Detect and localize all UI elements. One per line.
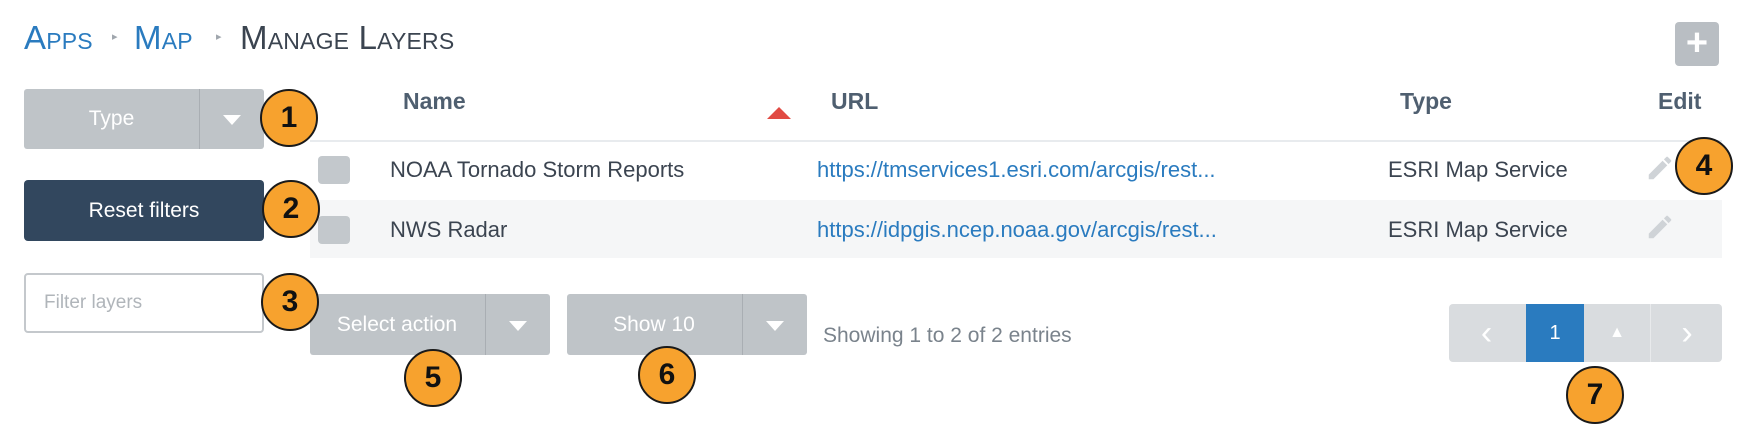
page-1-button[interactable]: 1: [1526, 304, 1584, 362]
next-page-button[interactable]: ›: [1650, 304, 1722, 362]
page-size-dropdown[interactable]: Show 10: [567, 294, 807, 355]
callout-5: 5: [404, 349, 462, 407]
column-header-type[interactable]: Type: [1400, 88, 1452, 115]
breadcrumb-separator: ▸: [216, 31, 222, 43]
scroll-up-icon[interactable]: ▲: [1584, 304, 1650, 362]
layer-type: ESRI Map Service: [1388, 217, 1568, 242]
entries-info: Showing 1 to 2 of 2 entries: [823, 324, 1072, 347]
prev-page-button[interactable]: ‹: [1449, 304, 1524, 362]
page-size-label: Show 10: [613, 313, 695, 336]
sort-ascending-icon[interactable]: [767, 107, 791, 119]
column-header-url[interactable]: URL: [831, 88, 878, 115]
callout-2: 2: [262, 180, 320, 238]
select-action-dropdown[interactable]: Select action: [310, 294, 550, 355]
add-layer-button[interactable]: +: [1675, 22, 1719, 66]
pencil-icon[interactable]: [1645, 212, 1675, 242]
filter-layers-input[interactable]: [24, 273, 264, 333]
reset-filters-button[interactable]: Reset filters: [24, 180, 264, 241]
plus-icon: +: [1685, 22, 1709, 64]
breadcrumb-apps[interactable]: Apps: [24, 18, 93, 58]
callout-3: 3: [261, 273, 319, 331]
select-action-label: Select action: [336, 313, 458, 336]
type-filter-label: Type: [88, 107, 135, 130]
pencil-icon[interactable]: [1645, 153, 1675, 183]
column-header-name[interactable]: Name: [403, 88, 466, 115]
breadcrumb-map[interactable]: Map: [134, 18, 193, 58]
chevron-down-icon[interactable]: [742, 294, 807, 355]
callout-6: 6: [638, 346, 696, 404]
callout-4: 4: [1675, 137, 1733, 195]
page-title: Manage Layers: [240, 19, 455, 56]
chevron-down-icon[interactable]: [485, 294, 550, 355]
type-filter-dropdown[interactable]: Type: [24, 89, 264, 149]
chevron-down-icon[interactable]: [199, 89, 264, 149]
layer-name: NOAA Tornado Storm Reports: [390, 157, 685, 182]
callout-7: 7: [1566, 366, 1624, 424]
column-header-edit: Edit: [1658, 88, 1702, 114]
breadcrumb-separator: ▸: [112, 31, 118, 43]
layer-url-link[interactable]: https://tmservices1.esri.com/arcgis/rest…: [817, 157, 1216, 183]
layer-url-link[interactable]: https://idpgis.ncep.noaa.gov/arcgis/rest…: [817, 217, 1217, 243]
layer-name: NWS Radar: [390, 217, 508, 242]
layer-type: ESRI Map Service: [1388, 157, 1568, 182]
callout-1: 1: [260, 89, 318, 147]
row-checkbox[interactable]: [318, 156, 350, 184]
row-checkbox[interactable]: [318, 216, 350, 244]
pagination: ‹ 1 ▲ ›: [1449, 304, 1722, 362]
